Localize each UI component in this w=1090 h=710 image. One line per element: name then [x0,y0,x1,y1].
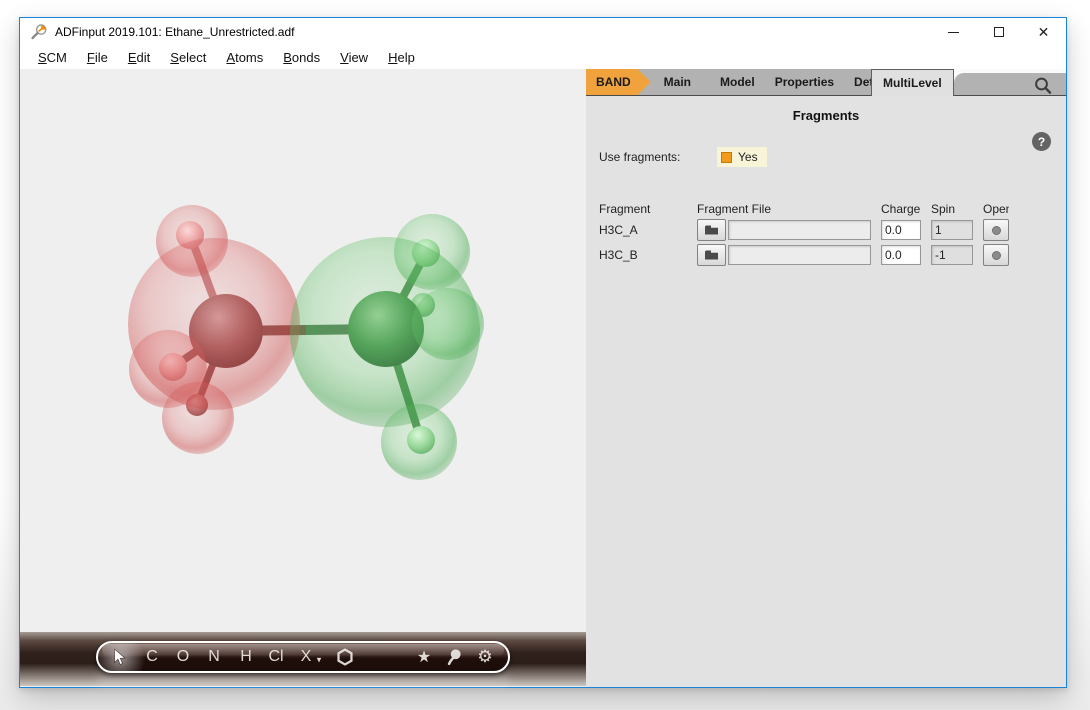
menu-view[interactable]: View [330,48,378,67]
settings-gear-icon[interactable]: ⚙ [477,647,492,667]
dot-icon [992,226,1001,235]
title-bar: ADFinput 2019.101: Ethane_Unrestricted.a… [20,18,1066,46]
open-fragment-button[interactable] [983,219,1009,241]
element-cl-button[interactable]: Cl [268,648,283,666]
element-o-button[interactable]: O [177,648,189,666]
maximize-button[interactable] [976,18,1021,46]
tab-main[interactable]: Main [654,69,701,95]
close-button[interactable]: ✕ [1021,18,1066,46]
help-button[interactable]: ? [1032,132,1051,151]
fragment-name: H3C_B [599,248,687,262]
fragment-file-input[interactable] [728,245,871,265]
fragments-table: Fragment Fragment File Charge Spin Open … [599,198,1066,269]
molecule-viewer: C O N H Cl X ▾ ★ ⚙ [20,69,586,687]
tab-strip: BAND Main Model Properties Details [586,69,871,96]
page-title: Fragments [586,96,1066,123]
tab-bar: BAND Main Model Properties Details Multi… [586,69,1066,96]
col-header-open: Open [983,198,1009,216]
fragment-name: H3C_A [599,223,687,237]
element-x-button[interactable]: X [301,648,312,666]
browse-file-button[interactable] [697,219,726,241]
atom-toolbar: C O N H Cl X ▾ ★ ⚙ [96,641,510,673]
toolbar-reflection [96,674,510,688]
spin-input[interactable]: -1 [931,245,973,265]
use-fragments-toggle[interactable]: Yes [717,147,767,167]
col-header-charge: Charge [881,198,921,216]
element-dropdown-arrow-icon[interactable]: ▾ [317,655,322,666]
tab-band[interactable]: BAND [586,69,651,95]
minimize-icon [948,32,959,33]
use-fragments-value: Yes [738,150,758,164]
charge-input[interactable]: 0.0 [881,245,921,265]
menu-select[interactable]: Select [160,48,216,67]
ethane-molecule [20,69,586,632]
search-box[interactable] [954,73,1066,96]
fragment-b-sphere [290,237,480,427]
options-panel: BAND Main Model Properties Details Multi… [586,69,1066,687]
menu-atoms[interactable]: Atoms [216,48,273,67]
spin-input[interactable]: 1 [931,220,973,240]
tab-multilevel-active[interactable]: MultiLevel [871,69,954,96]
window-title: ADFinput 2019.101: Ethane_Unrestricted.a… [55,25,294,39]
search-icon[interactable] [1033,76,1053,96]
menu-scm[interactable]: SCM [28,48,77,67]
menu-bar: SCM File Edit Select Atoms Bonds View He… [20,46,1066,69]
ring-tool-icon[interactable] [337,649,354,666]
menu-file[interactable]: File [77,48,118,67]
minimize-button[interactable] [931,18,976,46]
checkbox-checked-icon [721,152,732,163]
element-n-button[interactable]: N [208,648,220,666]
maximize-icon [994,27,1004,37]
use-fragments-label: Use fragments: [599,150,717,164]
folder-icon [704,249,719,261]
app-window: ADFinput 2019.101: Ethane_Unrestricted.a… [19,17,1067,688]
fragment-a-sphere [128,238,300,410]
charge-input[interactable]: 0.0 [881,220,921,240]
pointer-tool-icon[interactable] [113,649,128,666]
menu-bonds[interactable]: Bonds [273,48,330,67]
fragment-file-input[interactable] [728,220,871,240]
col-header-spin: Spin [931,198,973,216]
col-header-fragment-file: Fragment File [697,198,871,216]
molecule-canvas[interactable] [20,69,586,632]
folder-icon [704,224,719,236]
close-icon: ✕ [1038,25,1050,39]
element-c-button[interactable]: C [146,648,158,666]
element-h-button[interactable]: H [240,648,252,666]
open-fragment-button[interactable] [983,244,1009,266]
fragments-panel: Fragments ? Use fragments: Yes Fragment … [586,96,1066,687]
balloon-tool-icon[interactable] [447,649,462,665]
app-magnifier-icon [30,23,48,41]
viewer-toolbar-band: C O N H Cl X ▾ ★ ⚙ [20,632,586,686]
col-header-fragment: Fragment [599,198,687,216]
menu-edit[interactable]: Edit [118,48,160,67]
menu-help[interactable]: Help [378,48,425,67]
structures-star-icon[interactable]: ★ [417,647,431,667]
dot-icon [992,251,1001,260]
browse-file-button[interactable] [697,244,726,266]
tab-model[interactable]: Model [710,69,765,95]
tab-properties[interactable]: Properties [765,69,844,95]
